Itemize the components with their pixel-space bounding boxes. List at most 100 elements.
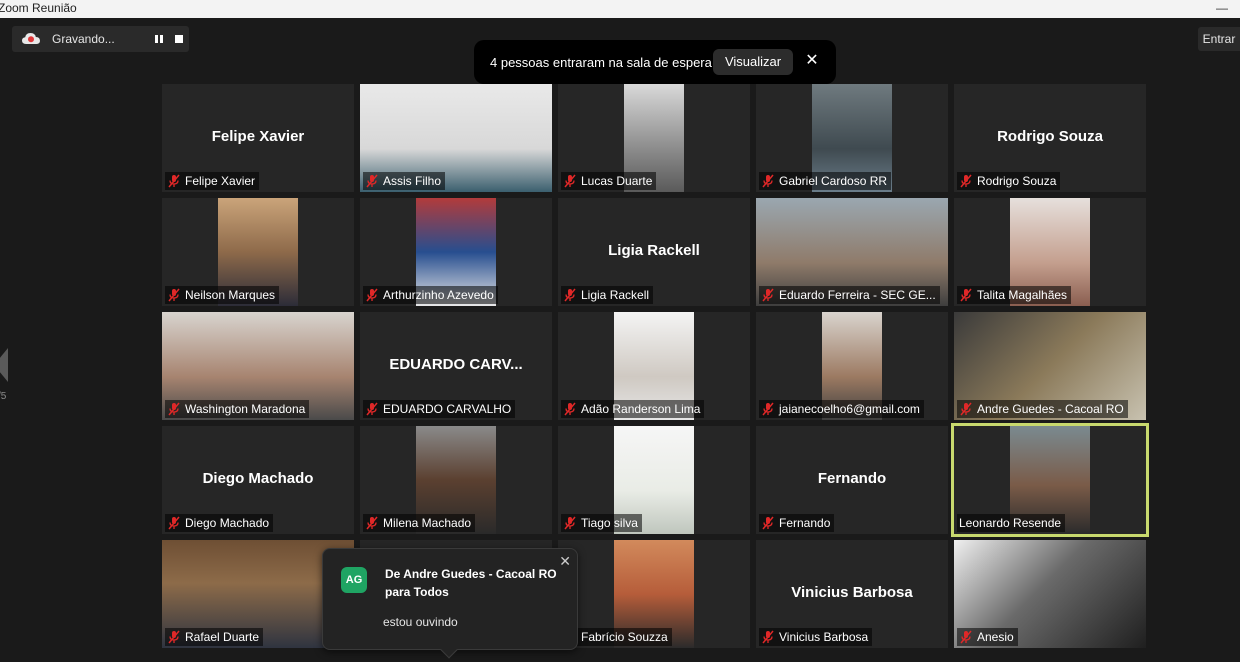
participant-tile[interactable]: Arthurzinho Azevedo [360, 198, 552, 306]
chat-sender: De Andre Guedes - Cacoal RO para Todos [385, 567, 557, 599]
participant-label-text: Washington Maradona [185, 402, 306, 416]
mic-muted-icon [960, 630, 972, 644]
mic-muted-icon [762, 402, 774, 416]
mic-muted-icon [366, 288, 378, 302]
participant-tile[interactable]: Neilson Marques [162, 198, 354, 306]
participant-label-text: Arthurzinho Azevedo [383, 288, 494, 302]
participant-tile[interactable]: Fernando Fernando [756, 426, 948, 534]
mic-muted-icon [762, 174, 774, 188]
view-waiting-room-button[interactable]: Visualizar [713, 49, 793, 75]
participant-label: Fernando [759, 514, 835, 532]
mic-muted-icon [564, 288, 576, 302]
chat-avatar: AG [341, 567, 367, 593]
participant-tile[interactable]: EDUARDO CARV... EDUARDO CARVALHO [360, 312, 552, 420]
participant-label: Eduardo Ferreira - SEC GE... [759, 286, 940, 304]
participant-label: jaianecoelho6@gmail.com [759, 400, 924, 418]
participant-tile[interactable]: Anesio [954, 540, 1146, 648]
participant-label: Washington Maradona [165, 400, 310, 418]
minimize-button[interactable]: — [1216, 0, 1228, 16]
participant-label-text: Neilson Marques [185, 288, 276, 302]
participant-label: Rafael Duarte [165, 628, 264, 646]
participant-label-text: Talita Magalhães [977, 288, 1068, 302]
pause-recording-button[interactable] [152, 33, 166, 45]
close-notification-button[interactable]: ✕ [804, 52, 820, 70]
mic-muted-icon [762, 630, 774, 644]
page-indicator: /5 [0, 391, 7, 402]
mic-muted-icon [762, 516, 774, 530]
chat-popup[interactable]: AG De Andre Guedes - Cacoal RO para Todo… [322, 548, 578, 659]
participant-tile[interactable]: Gabriel Cardoso RR [756, 84, 948, 192]
window-title: Zoom Reunião [0, 1, 77, 15]
participant-label-text: Leonardo Resende [959, 516, 1062, 530]
enter-button[interactable]: Entrar [1198, 27, 1240, 51]
mic-muted-icon [168, 516, 180, 530]
mic-muted-icon [960, 402, 972, 416]
participant-label-text: Milena Machado [383, 516, 472, 530]
mic-muted-icon [168, 288, 180, 302]
participant-tile[interactable]: Assis Filho [360, 84, 552, 192]
participant-tile[interactable]: Vinicius Barbosa Vinicius Barbosa [756, 540, 948, 648]
participant-label-text: jaianecoelho6@gmail.com [779, 402, 920, 416]
participant-tile[interactable]: jaianecoelho6@gmail.com [756, 312, 948, 420]
mic-muted-icon [762, 288, 774, 302]
participant-tile[interactable]: Talita Magalhães [954, 198, 1146, 306]
participant-tile[interactable]: Leonardo Resende [951, 423, 1149, 537]
participant-label-text: Tiago silva [581, 516, 638, 530]
participant-label-text: Fabrício Souzza [581, 630, 668, 644]
participant-tile[interactable]: Tiago silva [558, 426, 750, 534]
previous-page-arrow-icon[interactable] [0, 348, 8, 382]
participant-label: Anesio [957, 628, 1018, 646]
mic-muted-icon [366, 174, 378, 188]
participant-label-text: Rafael Duarte [185, 630, 260, 644]
participant-label: Talita Magalhães [957, 286, 1072, 304]
stop-recording-button[interactable] [172, 33, 186, 45]
waiting-room-message: 4 pessoas entraram na sala de espera [490, 55, 712, 70]
recording-bar: Gravando... [12, 26, 189, 52]
participant-name-display: Ligia Rackell [608, 242, 700, 259]
participant-label-text: EDUARDO CARVALHO [383, 402, 512, 416]
participant-label: Neilson Marques [165, 286, 280, 304]
participant-name-display: Diego Machado [202, 470, 314, 487]
participant-tile[interactable]: Milena Machado [360, 426, 552, 534]
participant-label-text: Lucas Duarte [581, 174, 653, 188]
participant-label-text: Eduardo Ferreira - SEC GE... [779, 288, 936, 302]
participant-tile[interactable]: Diego Machado Diego Machado [162, 426, 354, 534]
mic-muted-icon [168, 630, 180, 644]
participant-label-text: Felipe Xavier [185, 174, 256, 188]
participant-tile[interactable]: Andre Guedes - Cacoal RO [954, 312, 1146, 420]
participant-name-display: Vinicius Barbosa [791, 584, 913, 601]
cloud-record-icon [22, 33, 40, 44]
participant-label: Andre Guedes - Cacoal RO [957, 400, 1128, 418]
participant-label: Milena Machado [363, 514, 476, 532]
close-chat-popup-button[interactable]: ✕ [559, 553, 571, 570]
participant-label-text: Anesio [977, 630, 1014, 644]
participant-tile[interactable]: Felipe Xavier Felipe Xavier [162, 84, 354, 192]
participant-label: Assis Filho [363, 172, 446, 190]
waiting-room-notification: 4 pessoas entraram na sala de espera Vis… [474, 40, 836, 84]
chat-popup-tail [440, 641, 458, 659]
participant-label-text: Diego Machado [185, 516, 270, 530]
mic-muted-icon [564, 402, 576, 416]
participant-tile[interactable]: Rodrigo Souza Rodrigo Souza [954, 84, 1146, 192]
participant-tile[interactable]: Lucas Duarte [558, 84, 750, 192]
participant-label: Leonardo Resende [957, 514, 1066, 532]
recording-label: Gravando... [52, 32, 115, 46]
mic-muted-icon [564, 516, 576, 530]
participant-label: Lucas Duarte [561, 172, 657, 190]
meeting-stage: Gravando... Entrar 4 pessoas entraram na… [0, 18, 1240, 662]
participant-label: Gabriel Cardoso RR [759, 172, 892, 190]
mic-muted-icon [168, 402, 180, 416]
participant-tile[interactable]: Eduardo Ferreira - SEC GE... [756, 198, 948, 306]
participant-tile[interactable]: Washington Maradona [162, 312, 354, 420]
chat-message: estou ouvindo [383, 615, 458, 629]
participant-label: Vinicius Barbosa [759, 628, 873, 646]
participant-label: EDUARDO CARVALHO [363, 400, 516, 418]
mic-muted-icon [564, 174, 576, 188]
participant-label: Arthurzinho Azevedo [363, 286, 498, 304]
participant-tile[interactable]: Ligia Rackell Ligia Rackell [558, 198, 750, 306]
participant-tile[interactable]: Adão Randerson Lima [558, 312, 750, 420]
participant-name-display: Rodrigo Souza [997, 128, 1103, 145]
participant-label-text: Adão Randerson Lima [581, 402, 701, 416]
participant-tile[interactable]: Fabrício Souzza [558, 540, 750, 648]
mic-muted-icon [960, 174, 972, 188]
